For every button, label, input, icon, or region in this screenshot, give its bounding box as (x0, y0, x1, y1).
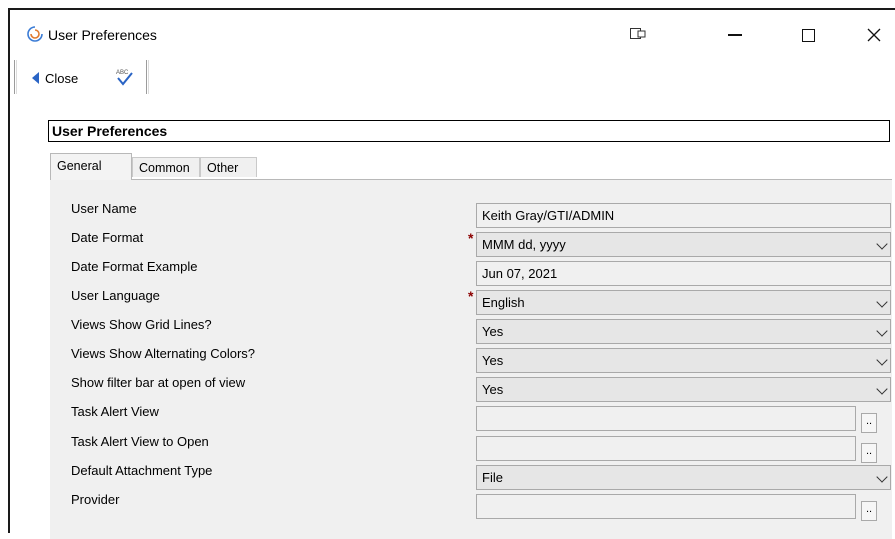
minimize-icon (728, 34, 742, 36)
form-row-date-format-example: Date Format Example Jun 07, 2021 (50, 259, 892, 288)
task-alert-view-open-lookup-button[interactable]: .. (861, 443, 877, 463)
alternating-colors-value: Yes (482, 353, 504, 368)
attachment-type-value: File (482, 470, 503, 485)
form-row-attachment-type: Default Attachment Type File (50, 463, 892, 492)
tab-general[interactable]: General (50, 153, 132, 180)
user-name-label: User Name (71, 201, 137, 216)
provider-lookup-button[interactable]: .. (861, 501, 877, 521)
user-language-label: User Language (71, 288, 160, 303)
grid-lines-label: Views Show Grid Lines? (71, 317, 212, 332)
required-marker: * (468, 230, 474, 246)
attachment-type-select[interactable]: File (476, 465, 891, 490)
form-row-provider: Provider .. (50, 492, 892, 521)
task-alert-view-label: Task Alert View (71, 404, 159, 419)
alternating-colors-select[interactable]: Yes (476, 348, 891, 373)
maximize-button[interactable] (788, 20, 828, 50)
form-row-user-language: User Language * English (50, 288, 892, 317)
panel-title: User Preferences (48, 120, 890, 142)
title-bar: User Preferences (10, 10, 895, 58)
tab-other[interactable]: Other (200, 157, 257, 177)
date-format-example-label: Date Format Example (71, 259, 198, 274)
user-language-value: English (482, 295, 525, 310)
form-row-grid-lines: Views Show Grid Lines? Yes (50, 317, 892, 346)
toolbar-separator (146, 60, 149, 94)
minimize-button[interactable] (715, 20, 755, 50)
chevron-down-icon (876, 296, 888, 308)
attachment-type-label: Default Attachment Type (71, 463, 213, 478)
app-logo-icon (27, 26, 43, 42)
close-icon (867, 28, 881, 42)
task-alert-view-field[interactable] (476, 406, 856, 431)
general-tab-content: User Name Keith Gray/GTI/ADMIN Date Form… (50, 179, 892, 539)
provider-label: Provider (71, 492, 120, 507)
grid-lines-select[interactable]: Yes (476, 319, 891, 344)
svg-text:ABC: ABC (116, 70, 129, 76)
form-row-user-name: User Name Keith Gray/GTI/ADMIN (50, 201, 892, 230)
chevron-down-icon (876, 354, 888, 366)
form-row-alternating-colors: Views Show Alternating Colors? Yes (50, 346, 892, 375)
task-alert-view-lookup-button[interactable]: .. (861, 413, 877, 433)
alternating-colors-label: Views Show Alternating Colors? (71, 346, 256, 361)
form-row-task-alert-view-open: Task Alert View to Open .. (50, 434, 892, 463)
task-alert-view-open-field[interactable] (476, 436, 856, 461)
toolbar-grip[interactable] (14, 60, 17, 94)
chevron-down-icon (876, 471, 888, 483)
filter-bar-select[interactable]: Yes (476, 377, 891, 402)
user-name-field: Keith Gray/GTI/ADMIN (476, 203, 891, 228)
tab-common[interactable]: Common (132, 157, 200, 177)
form-row-task-alert-view: Task Alert View .. (50, 404, 892, 433)
date-format-value: MMM dd, yyyy (482, 237, 566, 252)
spell-check-icon[interactable]: ABC (113, 66, 135, 88)
chevron-down-icon (876, 325, 888, 337)
user-preferences-window: User Preferences Close ABC User Preferen… (8, 8, 895, 539)
chevron-down-icon (876, 383, 888, 395)
form-row-date-format: Date Format * MMM dd, yyyy (50, 230, 892, 259)
filter-bar-value: Yes (482, 382, 504, 397)
date-format-select[interactable]: MMM dd, yyyy (476, 232, 891, 257)
grid-lines-value: Yes (482, 324, 504, 339)
window-title: User Preferences (48, 27, 157, 43)
user-language-select[interactable]: English (476, 290, 891, 315)
close-window-button[interactable] (854, 20, 894, 50)
provider-field[interactable] (476, 494, 856, 519)
back-arrow-icon (32, 72, 39, 84)
task-alert-view-open-label: Task Alert View to Open (71, 434, 209, 449)
maximize-icon (801, 28, 815, 42)
date-format-label: Date Format (71, 230, 144, 245)
close-button-label: Close (45, 70, 79, 86)
close-button[interactable]: Close (32, 68, 78, 88)
filter-bar-label: Show filter bar at open of view (71, 375, 246, 390)
required-marker: * (468, 288, 474, 304)
snap-layout-icon[interactable] (630, 28, 646, 40)
toolbar: Close ABC (10, 58, 895, 98)
date-format-example-field: Jun 07, 2021 (476, 261, 891, 286)
form-row-filter-bar: Show filter bar at open of view Yes (50, 375, 892, 404)
chevron-down-icon (876, 238, 888, 250)
